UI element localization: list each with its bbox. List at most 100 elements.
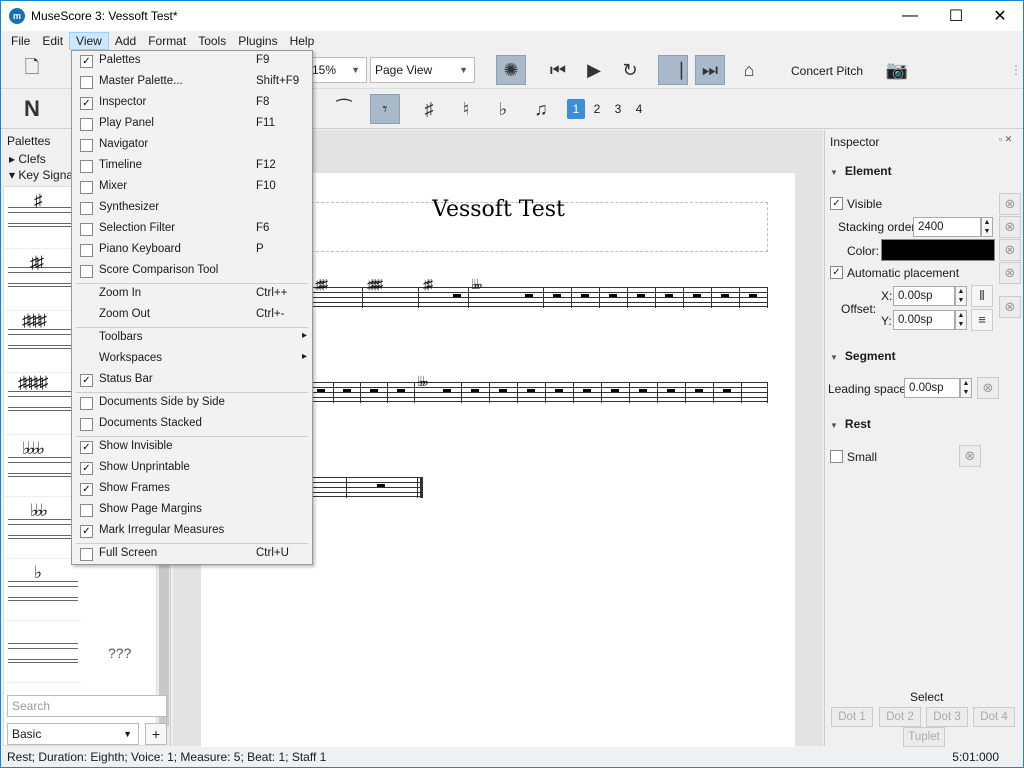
menu-item-inspector[interactable]: ✓ Inspector F8 [73,93,311,114]
rest-icon[interactable]: 𝄾 [370,94,400,124]
offset-y-input[interactable]: 0.00sp [893,310,955,330]
offset-x-spinner[interactable]: ▲ ▼ [955,286,967,306]
select-tuplet-button[interactable]: Tuplet [903,727,945,747]
leading-space-input[interactable]: 0.00sp [904,378,960,398]
menu-view[interactable]: View [69,32,109,50]
key-sig-cell[interactable]: ♯ [4,187,81,249]
visible-checkbox[interactable]: ✓ [830,197,843,210]
menu-item-mark-irregular[interactable]: ✓ Mark Irregular Measures [73,521,311,542]
menu-item-play-panel[interactable]: Play Panel F11 [73,114,311,135]
menu-item-score-comparison[interactable]: Score Comparison Tool [73,261,311,282]
reset-icon[interactable]: ⊗ [999,193,1021,215]
key-sig-cell[interactable]: ♭♭♭♭ [4,435,81,497]
menu-item-timeline[interactable]: Timeline F12 [73,156,311,177]
menu-item-zoom-out[interactable]: Zoom Out Ctrl+- [73,305,311,326]
key-sig-cell[interactable]: ♯♯♯♯♯ [4,373,81,435]
key-sig-cell[interactable]: ♭♭♭ [4,497,81,559]
metronome-icon[interactable]: ⌂ [734,55,764,85]
staff-system-3[interactable] [313,477,423,498]
palette-search-input[interactable]: Search [7,695,167,717]
menu-item-show-page-margins[interactable]: Show Page Margins [73,500,311,521]
color-swatch[interactable] [881,239,995,261]
offset-x-input[interactable]: 0.00sp [893,286,955,306]
menu-item-show-unprintable[interactable]: ✓ Show Unprintable [73,458,311,479]
stacking-order-input[interactable]: 2400 [913,217,981,237]
menu-item-navigator[interactable]: Navigator [73,135,311,156]
staff-system-2[interactable]: ♭♭♭ [313,373,768,403]
reset-icon[interactable]: ⊗ [959,445,981,467]
menu-item-status-bar[interactable]: ✓ Status Bar [73,370,311,391]
snap-to-grid-x-icon[interactable]: ⦀ [971,285,993,307]
leading-space-spinner[interactable]: ▲ ▼ [960,378,972,398]
loop-icon[interactable]: ↻ [615,55,645,85]
menu-item-mixer[interactable]: Mixer F10 [73,177,311,198]
section-element[interactable]: Element [830,164,892,178]
menu-item-side-by-side[interactable]: Documents Side by Side [73,393,311,414]
menu-format[interactable]: Format [142,32,192,50]
reset-icon[interactable]: ⊗ [999,262,1021,284]
flip-direction-icon[interactable]: ♫ [526,94,556,124]
menu-add[interactable]: Add [109,32,142,50]
reset-icon[interactable]: ⊗ [999,239,1021,261]
palette-key-signatures[interactable]: ▾ Key Signat [9,168,76,182]
loop-in-icon[interactable]: ⎹ [658,55,688,85]
maximize-icon[interactable]: ☐ [933,1,979,31]
menu-item-master-palette[interactable]: Master Palette... Shift+F9 [73,72,311,93]
menu-item-toolbars[interactable]: Toolbars ▸ [73,328,311,349]
voice-4-button[interactable]: 4 [630,99,648,119]
menu-item-selection-filter[interactable]: Selection Filter F6 [73,219,311,240]
unknown-key-sig[interactable]: ??? [108,645,131,661]
rewind-icon[interactable]: ⏮ [543,55,573,85]
play-repeats-icon[interactable]: ⏭ [695,55,725,85]
menu-item-piano-keyboard[interactable]: Piano Keyboard P [73,240,311,261]
select-dot1-button[interactable]: Dot 1 [831,707,873,727]
reset-icon[interactable]: ⊗ [999,216,1021,238]
key-sig-cell[interactable]: ♯♯ [4,249,81,311]
flat-icon[interactable]: ♭ [488,94,518,124]
minimize-icon[interactable]: — [887,1,933,31]
reset-icon[interactable]: ⊗ [977,377,999,399]
score-title[interactable]: Vessoft Test [291,197,706,222]
note-input-icon[interactable]: N [17,94,47,124]
section-rest[interactable]: Rest [830,417,871,431]
view-mode-combo[interactable]: Page View ▼ [370,57,475,83]
menu-tools[interactable]: Tools [192,32,232,50]
select-dot2-button[interactable]: Dot 2 [879,707,921,727]
small-checkbox[interactable] [830,450,843,463]
workspace-select[interactable]: Basic ▼ [7,723,139,745]
select-dot3-button[interactable]: Dot 3 [926,707,968,727]
toolbar-overflow-icon[interactable]: ⋮ [1010,63,1022,77]
menu-item-full-screen[interactable]: Full Screen Ctrl+U [73,544,311,565]
voice-1-button[interactable]: 1 [567,99,585,119]
stacking-spinner[interactable]: ▲ ▼ [981,217,993,237]
midi-input-icon[interactable]: ✺ [496,55,526,85]
reset-icon[interactable]: ⊗ [999,296,1021,318]
snap-to-grid-y-icon[interactable]: ≡ [971,309,993,331]
section-segment[interactable]: Segment [830,349,896,363]
menu-item-palettes[interactable]: ✓ Palettes F9 [73,51,311,72]
menu-file[interactable]: File [5,32,36,50]
camera-icon[interactable]: 📷 [882,55,912,85]
sharp-icon[interactable]: ♯ [414,94,444,124]
menu-item-stacked[interactable]: Documents Stacked [73,414,311,435]
add-workspace-button[interactable]: + [145,723,167,745]
menu-item-show-invisible[interactable]: ✓ Show Invisible [73,437,311,458]
voice-2-button[interactable]: 2 [588,99,606,119]
key-sig-cell[interactable]: ♯♯♯♯ [4,311,81,373]
play-icon[interactable]: ▶ [579,55,609,85]
natural-icon[interactable]: ♮ [451,94,481,124]
menu-item-show-frames[interactable]: ✓ Show Frames [73,479,311,500]
key-sig-cell[interactable] [4,621,81,683]
concert-pitch-button[interactable]: Concert Pitch [791,64,863,78]
menu-item-synthesizer[interactable]: Synthesizer [73,198,311,219]
offset-y-spinner[interactable]: ▲ ▼ [955,310,967,330]
auto-placement-checkbox[interactable]: ✓ [830,266,843,279]
staff-system-1[interactable]: ♯♯♯ ♯♯♯♯ ♯♯ ♭♭♭ [313,276,768,308]
menu-edit[interactable]: Edit [36,32,69,50]
close-icon[interactable]: ✕ [977,1,1023,31]
menu-item-workspaces[interactable]: Workspaces ▸ [73,349,311,370]
palette-clefs[interactable]: ▸ Clefs [9,152,46,166]
zoom-combo[interactable]: 15% ▼ [307,57,367,83]
menu-plugins[interactable]: Plugins [232,32,283,50]
select-dot4-button[interactable]: Dot 4 [973,707,1015,727]
